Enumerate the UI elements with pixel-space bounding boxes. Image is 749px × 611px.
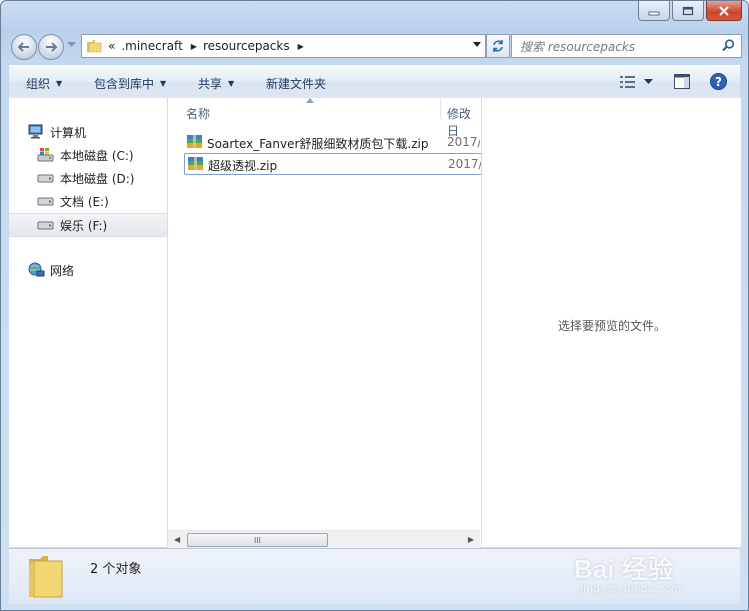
watermark-url: jingyan.baidu.com — [580, 582, 682, 595]
chevron-down-icon: ▼ — [56, 79, 63, 88]
scroll-right-icon[interactable]: ▶ — [468, 535, 474, 544]
nav-item-drive-c[interactable]: 本地磁盘 (C:) — [9, 144, 167, 166]
file-name: Soartex_Fanver舒服细致材质包下载.zip — [207, 137, 429, 151]
search-box[interactable]: 搜索 resourcepacks — [511, 34, 742, 58]
breadcrumb-separator-icon[interactable]: ▶ — [298, 42, 304, 51]
breadcrumb-overflow[interactable]: « — [108, 39, 115, 53]
hard-drive-icon — [37, 221, 54, 230]
system-drive-icon — [37, 148, 54, 162]
back-button[interactable] — [11, 34, 37, 60]
horizontal-scrollbar[interactable]: ◀ III ▶ — [168, 530, 480, 548]
new-folder-button[interactable]: 新建文件夹 — [266, 75, 326, 92]
preview-pane: 选择要预览的文件。 — [481, 98, 741, 547]
close-button[interactable] — [706, 1, 742, 21]
search-icon[interactable] — [722, 39, 735, 52]
view-options-icon[interactable] — [620, 75, 636, 89]
organize-menu[interactable]: 组织 ▼ — [26, 75, 62, 92]
navigation-row: « .minecraft ▶ resourcepacks ▶ 搜索 resour… — [9, 33, 742, 61]
nav-label-drive: 本地磁盘 (D:) — [60, 171, 135, 186]
arrow-left-icon — [17, 42, 29, 52]
folder-icon — [87, 40, 102, 53]
nav-label-network: 网络 — [50, 263, 75, 278]
breadcrumb-minecraft[interactable]: .minecraft — [121, 39, 182, 53]
nav-item-drive-d[interactable]: 本地磁盘 (D:) — [9, 167, 167, 189]
nav-label-drive: 本地磁盘 (C:) — [60, 148, 134, 163]
svg-text:?: ? — [715, 75, 722, 89]
scroll-left-icon[interactable]: ◀ — [174, 535, 180, 544]
nav-label-drive: 娱乐 (F:) — [60, 218, 108, 233]
hard-drive-icon — [37, 174, 54, 183]
address-bar[interactable]: « .minecraft ▶ resourcepacks ▶ — [81, 34, 486, 58]
nav-item-drive-f[interactable]: 娱乐 (F:) — [9, 213, 167, 237]
file-list-pane: 名称 修改日 Soartex_Fanver舒服细致材质包下载.zip 2017/… — [168, 98, 482, 548]
recent-pages-dropdown-icon[interactable] — [67, 42, 76, 48]
nav-item-drive-e[interactable]: 文档 (E:) — [9, 190, 167, 212]
file-row[interactable]: Soartex_Fanver舒服细致材质包下载.zip 2017/ — [184, 132, 480, 152]
file-date: 2017/ — [447, 135, 480, 149]
zip-archive-icon — [188, 157, 203, 170]
new-folder-label: 新建文件夹 — [266, 77, 327, 91]
preview-message: 选择要预览的文件。 — [558, 319, 667, 333]
nav-label-drive: 文档 (E:) — [60, 194, 109, 209]
share-menu[interactable]: 共享 ▼ — [198, 75, 234, 92]
column-divider[interactable] — [440, 98, 441, 120]
chevron-down-icon: ▼ — [228, 79, 235, 88]
hard-drive-icon — [37, 197, 54, 206]
close-icon — [719, 5, 729, 16]
chevron-down-icon: ▼ — [160, 79, 167, 88]
command-bar: 组织 ▼ 包含到库中 ▼ 共享 ▼ 新建文件夹 ? — [9, 65, 740, 99]
nav-item-computer[interactable]: 计算机 — [9, 121, 167, 143]
network-icon — [28, 262, 45, 277]
arrow-right-icon — [46, 42, 58, 52]
view-dropdown-icon[interactable] — [644, 79, 653, 85]
folder-icon — [29, 556, 63, 598]
maximize-icon — [682, 6, 694, 15]
breadcrumb-resourcepacks[interactable]: resourcepacks — [203, 39, 290, 53]
include-in-library-label: 包含到库中 — [94, 77, 155, 91]
search-placeholder: 搜索 resourcepacks — [520, 39, 636, 54]
item-count: 2 个对象 — [90, 562, 142, 577]
sort-ascending-icon — [306, 98, 314, 103]
refresh-icon — [493, 40, 503, 52]
file-row[interactable]: 超级透视.zip 2017/ — [184, 153, 482, 175]
scroll-grip: III — [253, 535, 262, 545]
include-in-library-menu[interactable]: 包含到库中 ▼ — [94, 75, 166, 92]
minimize-icon — [648, 11, 660, 15]
explorer-window: « .minecraft ▶ resourcepacks ▶ 搜索 resour… — [0, 0, 749, 611]
maximize-button[interactable] — [672, 1, 704, 21]
watermark-logo: Bai 经验 — [574, 554, 674, 584]
file-name: 超级透视.zip — [208, 159, 278, 173]
computer-icon — [28, 124, 43, 139]
forward-button[interactable] — [38, 34, 64, 60]
column-header-name[interactable]: 名称 — [186, 105, 210, 122]
zip-archive-icon — [187, 135, 202, 148]
baidu-watermark: Bai 经验 jingyan.baidu.com — [574, 549, 682, 595]
scroll-thumb[interactable]: III — [187, 533, 328, 547]
content-area: 计算机 本地磁盘 (C:) 本地磁盘 (D:) 文档 (E:) 娱乐 (F:) … — [9, 98, 741, 548]
column-headers: 名称 修改日 — [168, 98, 480, 138]
preview-pane-icon[interactable] — [674, 74, 690, 89]
refresh-button[interactable] — [486, 34, 510, 58]
file-date: 2017/ — [448, 157, 481, 171]
minimize-button[interactable] — [638, 1, 670, 21]
navigation-pane: 计算机 本地磁盘 (C:) 本地磁盘 (D:) 文档 (E:) 娱乐 (F:) … — [9, 98, 168, 547]
nav-label-computer: 计算机 — [50, 125, 87, 140]
window-controls — [638, 1, 742, 21]
share-label: 共享 — [198, 77, 223, 91]
help-icon[interactable]: ? — [710, 73, 727, 90]
breadcrumb-separator-icon[interactable]: ▶ — [191, 42, 197, 51]
organize-label: 组织 — [26, 77, 51, 91]
nav-item-network[interactable]: 网络 — [9, 259, 167, 281]
address-dropdown-icon[interactable] — [473, 42, 481, 47]
